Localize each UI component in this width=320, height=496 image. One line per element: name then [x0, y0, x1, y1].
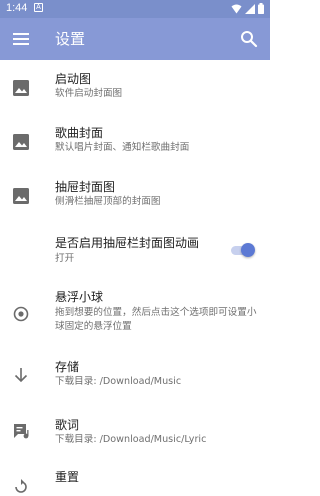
setting-item-floating-ball[interactable]: 悬浮小球 拖到想要的位置，然后点击这个选项即可设置小球固定的悬浮位置	[0, 282, 270, 342]
setting-item-song-cover[interactable]: 歌曲封面 默认唱片封面、通知栏歌曲封面	[0, 114, 270, 168]
wifi-icon	[231, 4, 242, 13]
setting-item-storage[interactable]: 存储 下载目录: /Download/Music	[0, 346, 270, 400]
setting-subtitle: 下载目录: /Download/Music	[55, 376, 182, 387]
setting-subtitle: 拖到想要的位置，然后点击这个选项即可设置小球固定的悬浮位置	[55, 307, 257, 332]
drawer-animation-toggle[interactable]	[229, 243, 257, 257]
setting-title: 启动图	[55, 72, 92, 86]
setting-item-drawer-cover[interactable]: 抽屉封面图 侧滑栏抽屉顶部的封面图	[0, 168, 270, 222]
battery-icon	[258, 3, 264, 14]
search-icon[interactable]	[238, 28, 260, 50]
page-title: 设置	[55, 30, 86, 48]
app-bar: 设置	[0, 18, 270, 60]
menu-icon[interactable]	[10, 28, 32, 50]
signal-icon	[245, 3, 255, 14]
setting-title: 歌词	[55, 418, 80, 432]
download-arrow-icon	[14, 368, 28, 383]
status-bar: 1:44 A	[0, 0, 270, 18]
notification-icon: A	[34, 3, 43, 12]
status-time: 1:44	[6, 2, 28, 14]
image-icon	[13, 188, 29, 204]
lyrics-icon	[14, 424, 29, 439]
setting-title: 重置	[55, 470, 80, 484]
image-icon	[13, 80, 29, 96]
setting-title: 歌曲封面	[55, 126, 104, 140]
setting-subtitle: 侧滑栏抽屉顶部的封面图	[55, 196, 161, 207]
setting-item-lyrics[interactable]: 歌词 下载目录: /Download/Music/Lyric	[0, 404, 270, 458]
setting-item-splash[interactable]: 启动图 软件启动封面图	[0, 60, 270, 114]
toggle-thumb	[241, 243, 255, 257]
setting-item-drawer-animation[interactable]: 是否启用抽屉栏封面图动画 打开	[0, 228, 270, 276]
setting-subtitle: 默认唱片封面、通知栏歌曲封面	[55, 142, 190, 153]
image-icon	[13, 134, 29, 150]
setting-title: 抽屉封面图	[55, 180, 116, 194]
setting-title: 是否启用抽屉栏封面图动画	[55, 236, 200, 250]
setting-title: 悬浮小球	[55, 290, 104, 304]
radio-target-icon	[13, 306, 29, 322]
setting-subtitle: 下载目录: /Download/Music/Lyric	[55, 434, 207, 445]
setting-title: 存储	[55, 360, 80, 374]
setting-item-reset[interactable]: 重置	[0, 462, 270, 493]
setting-subtitle: 软件启动封面图	[55, 88, 123, 99]
reset-icon	[15, 479, 27, 493]
status-icons	[231, 3, 264, 14]
